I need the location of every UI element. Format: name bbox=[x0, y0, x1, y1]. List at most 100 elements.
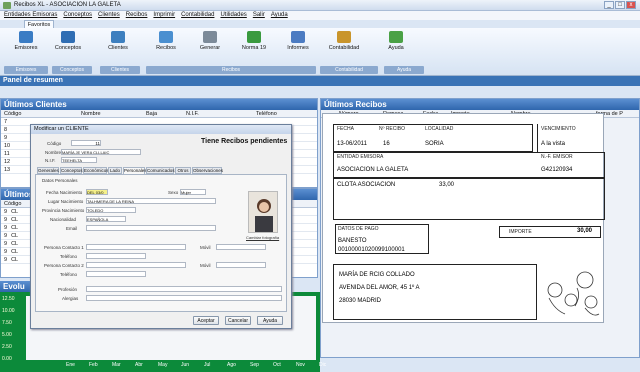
row-code: 9 bbox=[4, 217, 8, 223]
sexo-select[interactable]: Mujer bbox=[180, 189, 206, 195]
codigo-field[interactable]: 11 bbox=[71, 140, 101, 146]
col-codigo-2[interactable]: Código bbox=[4, 201, 21, 207]
m2-field[interactable] bbox=[216, 262, 266, 268]
tab-0[interactable]: Generales bbox=[37, 167, 59, 174]
minimize-button[interactable]: _ bbox=[604, 1, 614, 9]
ribbon-group-1: Conceptos bbox=[52, 66, 92, 74]
ribbon-group-0: Emisores bbox=[4, 66, 48, 74]
ribbon-button-8[interactable]: Ayuda bbox=[378, 28, 414, 51]
ribbon-label-6: Informes bbox=[287, 45, 309, 51]
col-baja[interactable]: Baja bbox=[146, 111, 157, 117]
row-code: 9 bbox=[4, 257, 8, 263]
cancelar-button[interactable]: Cancelar bbox=[225, 316, 251, 325]
ribbon-label-7: Contabilidad bbox=[328, 45, 360, 51]
p2-label: Persona Contacto 2 bbox=[44, 263, 84, 268]
ribbon-icon-0 bbox=[19, 31, 33, 43]
close-button[interactable]: x bbox=[626, 1, 636, 9]
clients-title: Últimos Clientes bbox=[1, 99, 317, 110]
window-title: Recibos XL - ASOCIACION LA GALETA bbox=[14, 2, 121, 8]
ayuda-button[interactable]: Ayuda bbox=[257, 316, 283, 325]
ribbon-button-0[interactable]: Emisores bbox=[8, 28, 44, 51]
col-codigo[interactable]: Código bbox=[4, 111, 21, 117]
tab-6[interactable]: Otros bbox=[175, 167, 191, 174]
sexo-label: Sexo bbox=[168, 190, 179, 195]
menu-item-5[interactable]: Contabilidad bbox=[181, 12, 214, 18]
concept-amount: 33,00 bbox=[439, 182, 455, 188]
menu-item-3[interactable]: Recibos bbox=[126, 12, 148, 18]
nac-field[interactable]: ESPAÑOLA bbox=[86, 216, 126, 222]
x-tick: Ene bbox=[66, 362, 75, 368]
tab-5[interactable]: Comunicados bbox=[146, 167, 175, 174]
aceptar-button[interactable]: Aceptar bbox=[193, 316, 219, 325]
menu-item-2[interactable]: Clientes bbox=[98, 12, 120, 18]
ribbon-icon-5 bbox=[247, 31, 261, 43]
col-nif[interactable]: N.I.F. bbox=[186, 111, 199, 117]
maximize-button[interactable]: □ bbox=[615, 1, 625, 9]
bank-name: BANESTO bbox=[338, 238, 367, 244]
row-prefix: CL bbox=[11, 217, 19, 223]
menu-item-1[interactable]: Conceptos bbox=[63, 12, 92, 18]
pnac-field[interactable]: TOLEDO bbox=[86, 207, 136, 213]
p1-label: Persona Contacto 1 bbox=[44, 245, 84, 250]
ribbon-button-6[interactable]: Informes bbox=[280, 28, 316, 51]
menu-item-7[interactable]: Salir bbox=[253, 12, 265, 18]
menu-item-0[interactable]: Entidades Emisoras bbox=[4, 12, 57, 18]
p1-field[interactable] bbox=[86, 244, 186, 250]
fecha-label: FECHA bbox=[337, 126, 354, 132]
email-field[interactable] bbox=[86, 225, 216, 231]
t2-field[interactable] bbox=[86, 271, 146, 277]
col-telefono[interactable]: Teléfono bbox=[256, 111, 277, 117]
row-code: 9 bbox=[4, 233, 8, 239]
tab-7[interactable]: Observaciones bbox=[192, 167, 223, 174]
nif-emisor-value: G42120934 bbox=[541, 167, 573, 173]
nombre-field[interactable]: MARÍA JE VERA CLLLAIC bbox=[61, 149, 141, 155]
nif-field[interactable]: TEEHELTA bbox=[61, 157, 97, 163]
p2-field[interactable] bbox=[86, 262, 186, 268]
ribbon-label-5: Norma 19 bbox=[241, 45, 267, 51]
ribbon-button-3[interactable]: Recibos bbox=[148, 28, 184, 51]
fnac-field[interactable]: DEL 03/0 bbox=[86, 189, 108, 195]
menu-item-6[interactable]: Utilidades bbox=[220, 12, 246, 18]
tab-4[interactable]: Personales bbox=[123, 167, 147, 174]
lnac-field[interactable]: TALHMERA DE LA REINA bbox=[86, 198, 216, 204]
tab-2[interactable]: Económicos bbox=[83, 167, 109, 174]
change-photo-link[interactable]: Cambiar fotografía bbox=[246, 235, 279, 240]
prof-label: Profesión bbox=[58, 287, 78, 292]
ribbon-button-4[interactable]: Generar bbox=[192, 28, 228, 51]
datos-label: DATOS DE PAGO bbox=[338, 226, 379, 232]
x-tick: Sep bbox=[250, 362, 259, 368]
nombre-label: Nombre bbox=[45, 150, 62, 155]
col-nombre[interactable]: Nombre bbox=[81, 111, 101, 117]
importe-label: IMPORTE bbox=[509, 229, 532, 235]
ribbon-button-5[interactable]: Norma 19 bbox=[236, 28, 272, 51]
ribbon-button-2[interactable]: Clientes bbox=[100, 28, 136, 51]
ribbon-icon-6 bbox=[291, 31, 305, 43]
ribbon-icon-3 bbox=[159, 31, 173, 43]
ribbon: Emisores Conceptos Clientes Recibos Generar N… bbox=[0, 28, 640, 76]
ribbon-label-4: Generar bbox=[199, 45, 221, 51]
entidad-label: ENTIDAD EMISORA bbox=[337, 154, 384, 160]
tab-content: Datos Personales Fecha Nacimiento DEL 03… bbox=[35, 174, 287, 312]
x-tick: Feb bbox=[89, 362, 98, 368]
ribbon-icon-2 bbox=[111, 31, 125, 43]
alergias-field[interactable] bbox=[86, 295, 282, 301]
menu-item-4[interactable]: Imprimir bbox=[153, 12, 175, 18]
ribbon-button-1[interactable]: Conceptos bbox=[50, 28, 86, 51]
address-city: 28030 MADRID bbox=[339, 298, 382, 304]
tab-1[interactable]: Conceptos bbox=[60, 167, 83, 174]
m1-field[interactable] bbox=[216, 244, 266, 250]
ribbon-button-7[interactable]: Contabilidad bbox=[326, 28, 362, 51]
client-photo[interactable] bbox=[248, 191, 278, 233]
tab-3[interactable]: Lado bbox=[108, 167, 122, 174]
t1-field[interactable] bbox=[86, 253, 146, 259]
y-tick: 5.00 bbox=[2, 332, 12, 338]
prof-field[interactable] bbox=[86, 286, 282, 292]
entidad-value: ASOCIACION LA GALETA bbox=[337, 167, 409, 173]
venc-divider bbox=[537, 124, 605, 152]
x-tick: Nov bbox=[296, 362, 305, 368]
ribbon-icon-7 bbox=[337, 31, 351, 43]
menu-item-8[interactable]: Ayuda bbox=[271, 12, 288, 18]
row-code: 9 bbox=[4, 241, 8, 247]
fecha-value: 13-06/2011 bbox=[337, 141, 367, 147]
codigo-label: Código bbox=[47, 141, 62, 146]
